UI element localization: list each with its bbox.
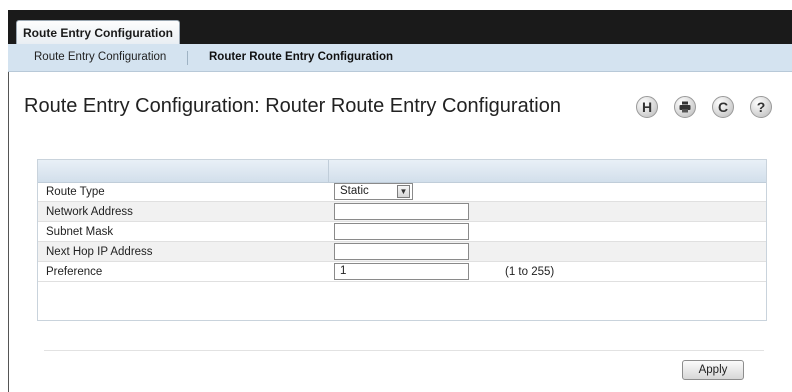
- panel-header: [38, 160, 766, 183]
- subnav-item-route-entry-configuration[interactable]: Route Entry Configuration: [34, 44, 166, 71]
- route-type-select[interactable]: Static ▼: [334, 183, 413, 200]
- route-type-label: Route Type: [46, 186, 105, 198]
- left-border: [8, 44, 9, 392]
- form-row-next-hop: Next Hop IP Address: [38, 242, 766, 262]
- tab-route-entry-configuration[interactable]: Route Entry Configuration: [16, 20, 180, 44]
- route-type-value: Static: [340, 185, 369, 197]
- form-row-subnet-mask: Subnet Mask: [38, 222, 766, 242]
- network-address-label: Network Address: [46, 206, 133, 218]
- chevron-down-icon[interactable]: ▼: [397, 185, 410, 198]
- form-row-network-address: Network Address: [38, 202, 766, 222]
- form-row-route-type: Route Type Static ▼: [38, 182, 766, 202]
- form-row-preference: Preference 1 (1 to 255): [38, 262, 766, 282]
- subnet-mask-input[interactable]: [334, 223, 469, 240]
- next-hop-ip-input[interactable]: [334, 243, 469, 260]
- preference-range-hint: (1 to 255): [505, 266, 555, 278]
- next-hop-ip-label: Next Hop IP Address: [46, 246, 153, 258]
- footer-divider: [44, 350, 764, 351]
- network-address-input[interactable]: [334, 203, 469, 220]
- printer-glyph: [679, 101, 691, 113]
- apply-button[interactable]: Apply: [682, 360, 744, 380]
- header-divider: [328, 160, 329, 182]
- subnet-mask-label: Subnet Mask: [46, 226, 114, 238]
- page-title: Route Entry Configuration: Router Route …: [24, 95, 561, 117]
- help-icon[interactable]: ?: [750, 96, 772, 118]
- save-icon[interactable]: H: [636, 96, 658, 118]
- refresh-icon[interactable]: C: [712, 96, 734, 118]
- configuration-panel: Route Type Static ▼ Network Address Subn…: [37, 159, 767, 321]
- print-icon[interactable]: [674, 96, 696, 118]
- subnav-item-router-route-entry-configuration[interactable]: Router Route Entry Configuration: [209, 44, 393, 71]
- preference-input[interactable]: 1: [334, 263, 469, 280]
- subnav-separator: [187, 51, 188, 65]
- preference-label: Preference: [46, 266, 103, 278]
- sub-navigation: Route Entry Configuration Router Route E…: [8, 44, 792, 72]
